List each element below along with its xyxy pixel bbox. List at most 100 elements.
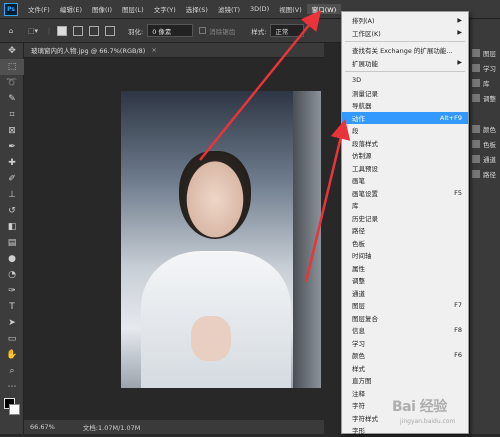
menu-file[interactable]: 文件(F) <box>23 4 55 14</box>
close-tab-icon[interactable]: × <box>151 46 156 54</box>
intersect-selection-icon[interactable] <box>102 24 118 38</box>
window-menu-item[interactable]: 色板 <box>342 237 468 250</box>
window-menu-item[interactable]: 路径 <box>342 224 468 237</box>
window-menu-item[interactable]: 排列(A) ▶ <box>342 14 468 27</box>
panel-label: 图层 <box>483 49 496 58</box>
more-tools-icon[interactable]: ⋯ <box>0 379 24 395</box>
menu-edit[interactable]: 编辑(E) <box>55 4 87 14</box>
history-brush-icon[interactable]: ↺ <box>0 203 24 219</box>
window-menu-item[interactable]: 学习 <box>342 337 468 350</box>
window-frame <box>293 91 321 388</box>
crop-icon[interactable]: ⌗ <box>0 107 24 123</box>
healing-icon[interactable]: ✚ <box>0 155 24 171</box>
divider: | <box>47 26 51 35</box>
document-title: 玻璃窗内的人物.jpg @ 66.7%(RGB/8) <box>31 47 146 55</box>
window-menu-item[interactable]: 历史记录 <box>342 212 468 225</box>
window-menu-item[interactable]: 查找有关 Exchange 的扩展功能... <box>342 44 468 57</box>
menu-view[interactable]: 视图(V) <box>274 4 307 14</box>
window-menu-item[interactable]: 段落样式 <box>342 137 468 150</box>
window-menu-item[interactable]: 画笔设置 F5 <box>342 187 468 200</box>
window-menu-item[interactable]: 颜色 F6 <box>342 349 468 362</box>
window-menu-item[interactable]: 动作 Alt+F9 <box>342 111 468 124</box>
brush-icon[interactable]: ✐ <box>0 171 24 187</box>
window-menu-item[interactable]: 字形 <box>342 424 468 437</box>
window-menu-item[interactable]: 信息 F8 <box>342 324 468 337</box>
menu-item-label: 学习 <box>352 339 365 348</box>
window-menu-item[interactable]: 样式 <box>342 362 468 375</box>
window-menu-item[interactable]: 通道 <box>342 287 468 300</box>
document-tab[interactable]: 玻璃窗内的人物.jpg @ 66.7%(RGB/8) × <box>24 43 324 58</box>
subtract-selection-icon[interactable] <box>86 24 102 38</box>
window-menu-item[interactable]: 测量记录 <box>342 87 468 100</box>
menu-item-label: 工具预设 <box>352 164 378 173</box>
type-icon[interactable]: T <box>0 299 24 315</box>
dodge-icon[interactable]: ◔ <box>0 267 24 283</box>
menu-select[interactable]: 选择(S) <box>181 4 213 14</box>
watermark-logo: Bai 经验 <box>392 399 447 415</box>
zoom-icon[interactable]: ⌕ <box>0 363 24 379</box>
menu-window[interactable]: 窗口(W) <box>306 4 342 14</box>
stamp-icon[interactable]: ⊥ <box>0 187 24 203</box>
window-menu-item[interactable]: 库 <box>342 199 468 212</box>
frame-icon[interactable]: ⊠ <box>0 123 24 139</box>
menu-3d[interactable]: 3D(D) <box>245 5 274 13</box>
menu-type[interactable]: 文字(Y) <box>149 4 181 14</box>
menu-item-label: 路径 <box>352 227 365 236</box>
antialias-checkbox[interactable] <box>199 27 207 34</box>
eraser-icon[interactable]: ◧ <box>0 219 24 235</box>
marquee-preset-icon[interactable]: ⬚▾ <box>22 24 44 38</box>
panel-adjustments[interactable]: 调整 <box>470 90 500 105</box>
lasso-icon[interactable]: ➰ <box>0 75 24 91</box>
background-color[interactable] <box>9 404 20 415</box>
menu-layer[interactable]: 图层(L) <box>117 4 149 14</box>
menu-filter[interactable]: 滤镜(T) <box>213 4 245 14</box>
window-menu-item[interactable]: 图层 F7 <box>342 299 468 312</box>
pen-icon[interactable]: ✑ <box>0 283 24 299</box>
menu-image[interactable]: 图像(I) <box>87 4 117 14</box>
window-menu-item[interactable]: 调整 <box>342 274 468 287</box>
add-selection-icon[interactable] <box>70 24 86 38</box>
marquee-icon[interactable]: ⬚ <box>0 59 24 75</box>
path-select-icon[interactable]: ➤ <box>0 315 24 331</box>
panel-libraries[interactable]: 库 <box>470 75 500 90</box>
shape-icon[interactable]: ▭ <box>0 331 24 347</box>
window-menu-item[interactable]: 图层复合 <box>342 312 468 325</box>
move-icon[interactable]: ✥ <box>0 43 24 59</box>
quick-select-icon[interactable]: ✎ <box>0 91 24 107</box>
gradient-icon[interactable]: ▤ <box>0 235 24 251</box>
adjustments-icon <box>472 93 480 102</box>
window-menu-item[interactable]: 导航器 <box>342 99 468 112</box>
blur-icon[interactable]: ● <box>0 251 24 267</box>
hand-icon[interactable]: ✋ <box>0 347 24 363</box>
menu-item-label: 注释 <box>352 389 365 398</box>
window-menu-item[interactable]: 属性 <box>342 262 468 275</box>
document-image[interactable] <box>121 91 321 388</box>
panel-layers[interactable]: 图层 <box>470 45 500 60</box>
window-menu-item[interactable]: 3D <box>342 74 468 87</box>
document-info[interactable]: 文档:1.07M/1.07M <box>83 422 141 432</box>
window-menu-item[interactable]: 时间轴 <box>342 249 468 262</box>
window-menu-item[interactable]: 仿制源 <box>342 149 468 162</box>
panel-learn[interactable]: 学习 <box>470 60 500 75</box>
panel-paths[interactable]: 路径 <box>470 166 500 181</box>
home-icon[interactable]: ⌂ <box>0 24 22 38</box>
panel-color[interactable]: 颜色 <box>470 121 500 136</box>
panel-swatches[interactable]: 色板 <box>470 136 500 151</box>
eyedropper-icon[interactable]: ✒ <box>0 139 24 155</box>
window-menu-item[interactable]: 直方图 <box>342 374 468 387</box>
window-menu-item[interactable]: 扩展功能 ▶ <box>342 57 468 70</box>
window-menu-item[interactable]: 工作区(K) ▶ <box>342 27 468 40</box>
menu-item-label: 直方图 <box>352 377 372 386</box>
zoom-level[interactable]: 66.67% <box>30 423 55 431</box>
window-menu-item[interactable]: 工具预设 <box>342 162 468 175</box>
menu-item-shortcut: F8 <box>454 326 462 335</box>
antialias-label: 消除锯齿 <box>209 27 236 36</box>
feather-input[interactable]: 0 像素 <box>147 24 194 37</box>
window-menu-item[interactable]: 画笔 <box>342 174 468 187</box>
window-menu-item[interactable]: 段 <box>342 124 468 137</box>
panel-channels[interactable]: 通道 <box>470 151 500 166</box>
menu-item-label: 测量记录 <box>352 89 378 98</box>
style-select[interactable]: 正常 <box>270 24 305 37</box>
new-selection-icon[interactable] <box>54 24 70 38</box>
color-swatches[interactable] <box>0 395 24 421</box>
